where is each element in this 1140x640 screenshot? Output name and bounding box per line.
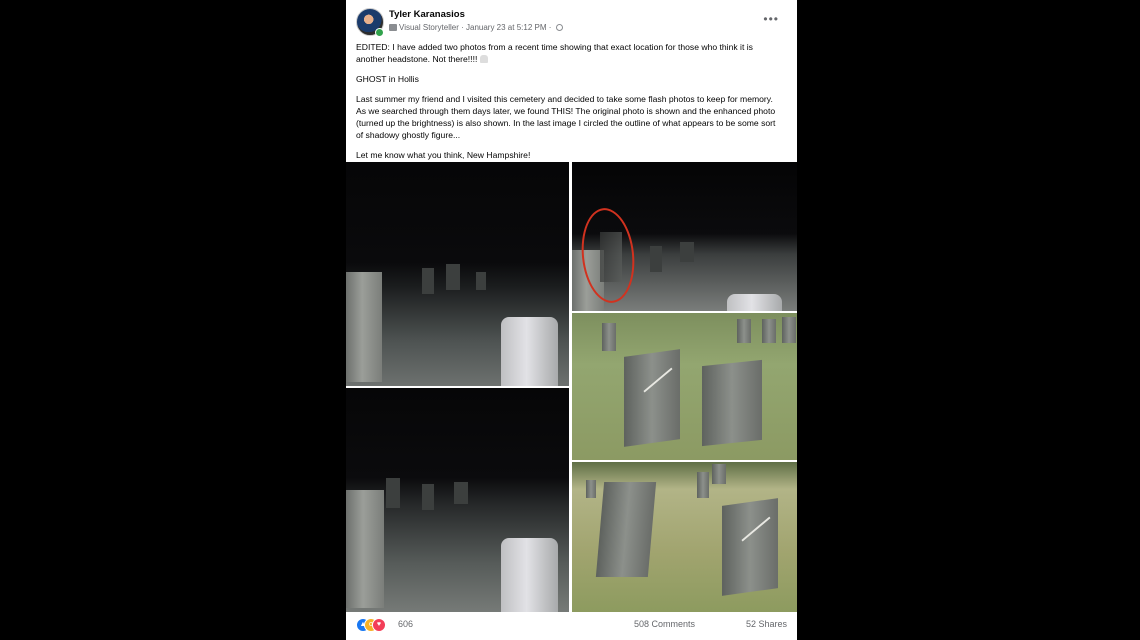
headstone: [722, 498, 778, 596]
photo-enhanced-night[interactable]: [346, 388, 569, 612]
headstone: [476, 272, 486, 290]
headstone: [595, 482, 657, 577]
headstone: [737, 319, 751, 343]
headstone: [446, 264, 460, 290]
headstone: [422, 268, 434, 294]
headstone: [712, 464, 726, 484]
photo-grid: [346, 162, 797, 612]
photo-circled-figure[interactable]: [572, 162, 797, 311]
post-paragraph: GHOST in Hollis: [356, 74, 419, 84]
headstone: [454, 482, 468, 504]
headstone: [346, 490, 384, 608]
post-paragraph: Last summer my friend and I visited this…: [356, 94, 776, 140]
online-status-icon: [375, 28, 384, 37]
post-footer: ▲ o ♥ 606 508 Comments 52 Shares: [356, 616, 787, 634]
headstone: [650, 246, 662, 272]
headstone: [727, 294, 782, 311]
author-badge: Visual Storyteller: [399, 23, 459, 32]
post-meta: Visual Storyteller · January 23 at 5:12 …: [389, 23, 563, 32]
headstone: [602, 323, 616, 351]
author-name[interactable]: Tyler Karanasios: [389, 9, 465, 20]
more-options-icon[interactable]: •••: [763, 12, 779, 26]
headstone: [702, 359, 762, 447]
headstone: [697, 472, 709, 498]
shares-count[interactable]: 52 Shares: [746, 619, 787, 629]
facebook-post: Tyler Karanasios Visual Storyteller · Ja…: [346, 0, 797, 640]
post-text: EDITED: I have added two photos from a r…: [356, 41, 784, 169]
headstone: [501, 317, 558, 386]
globe-icon: [555, 24, 563, 31]
headstone: [782, 317, 796, 343]
photo-daylight-1[interactable]: [572, 313, 797, 460]
love-icon: ♥: [372, 618, 386, 632]
headstone: [501, 538, 558, 612]
badge-icon: [389, 24, 397, 31]
post-paragraph: Let me know what you think, New Hampshir…: [356, 150, 531, 160]
reaction-icons[interactable]: ▲ o ♥: [356, 618, 396, 632]
photo-daylight-2[interactable]: [572, 462, 797, 612]
headstone: [762, 319, 776, 343]
headstone: [680, 242, 694, 262]
comments-count[interactable]: 508 Comments: [634, 619, 695, 629]
headstone: [386, 478, 400, 508]
headstone: [422, 484, 434, 510]
post-timestamp[interactable]: January 23 at 5:12 PM: [466, 23, 547, 32]
ghost-emoji-icon: [480, 55, 489, 63]
post-header: Tyler Karanasios Visual Storyteller · Ja…: [356, 8, 787, 38]
paragraph-edited-note: EDITED: I have added two photos from a r…: [356, 42, 753, 64]
post-paragraph: EDITED: I have added two photos from a r…: [356, 41, 784, 65]
photo-original-night[interactable]: [346, 162, 569, 386]
headstone: [346, 272, 382, 382]
reaction-count[interactable]: 606: [398, 619, 413, 629]
headstone: [586, 480, 596, 498]
headstone: [624, 349, 680, 447]
